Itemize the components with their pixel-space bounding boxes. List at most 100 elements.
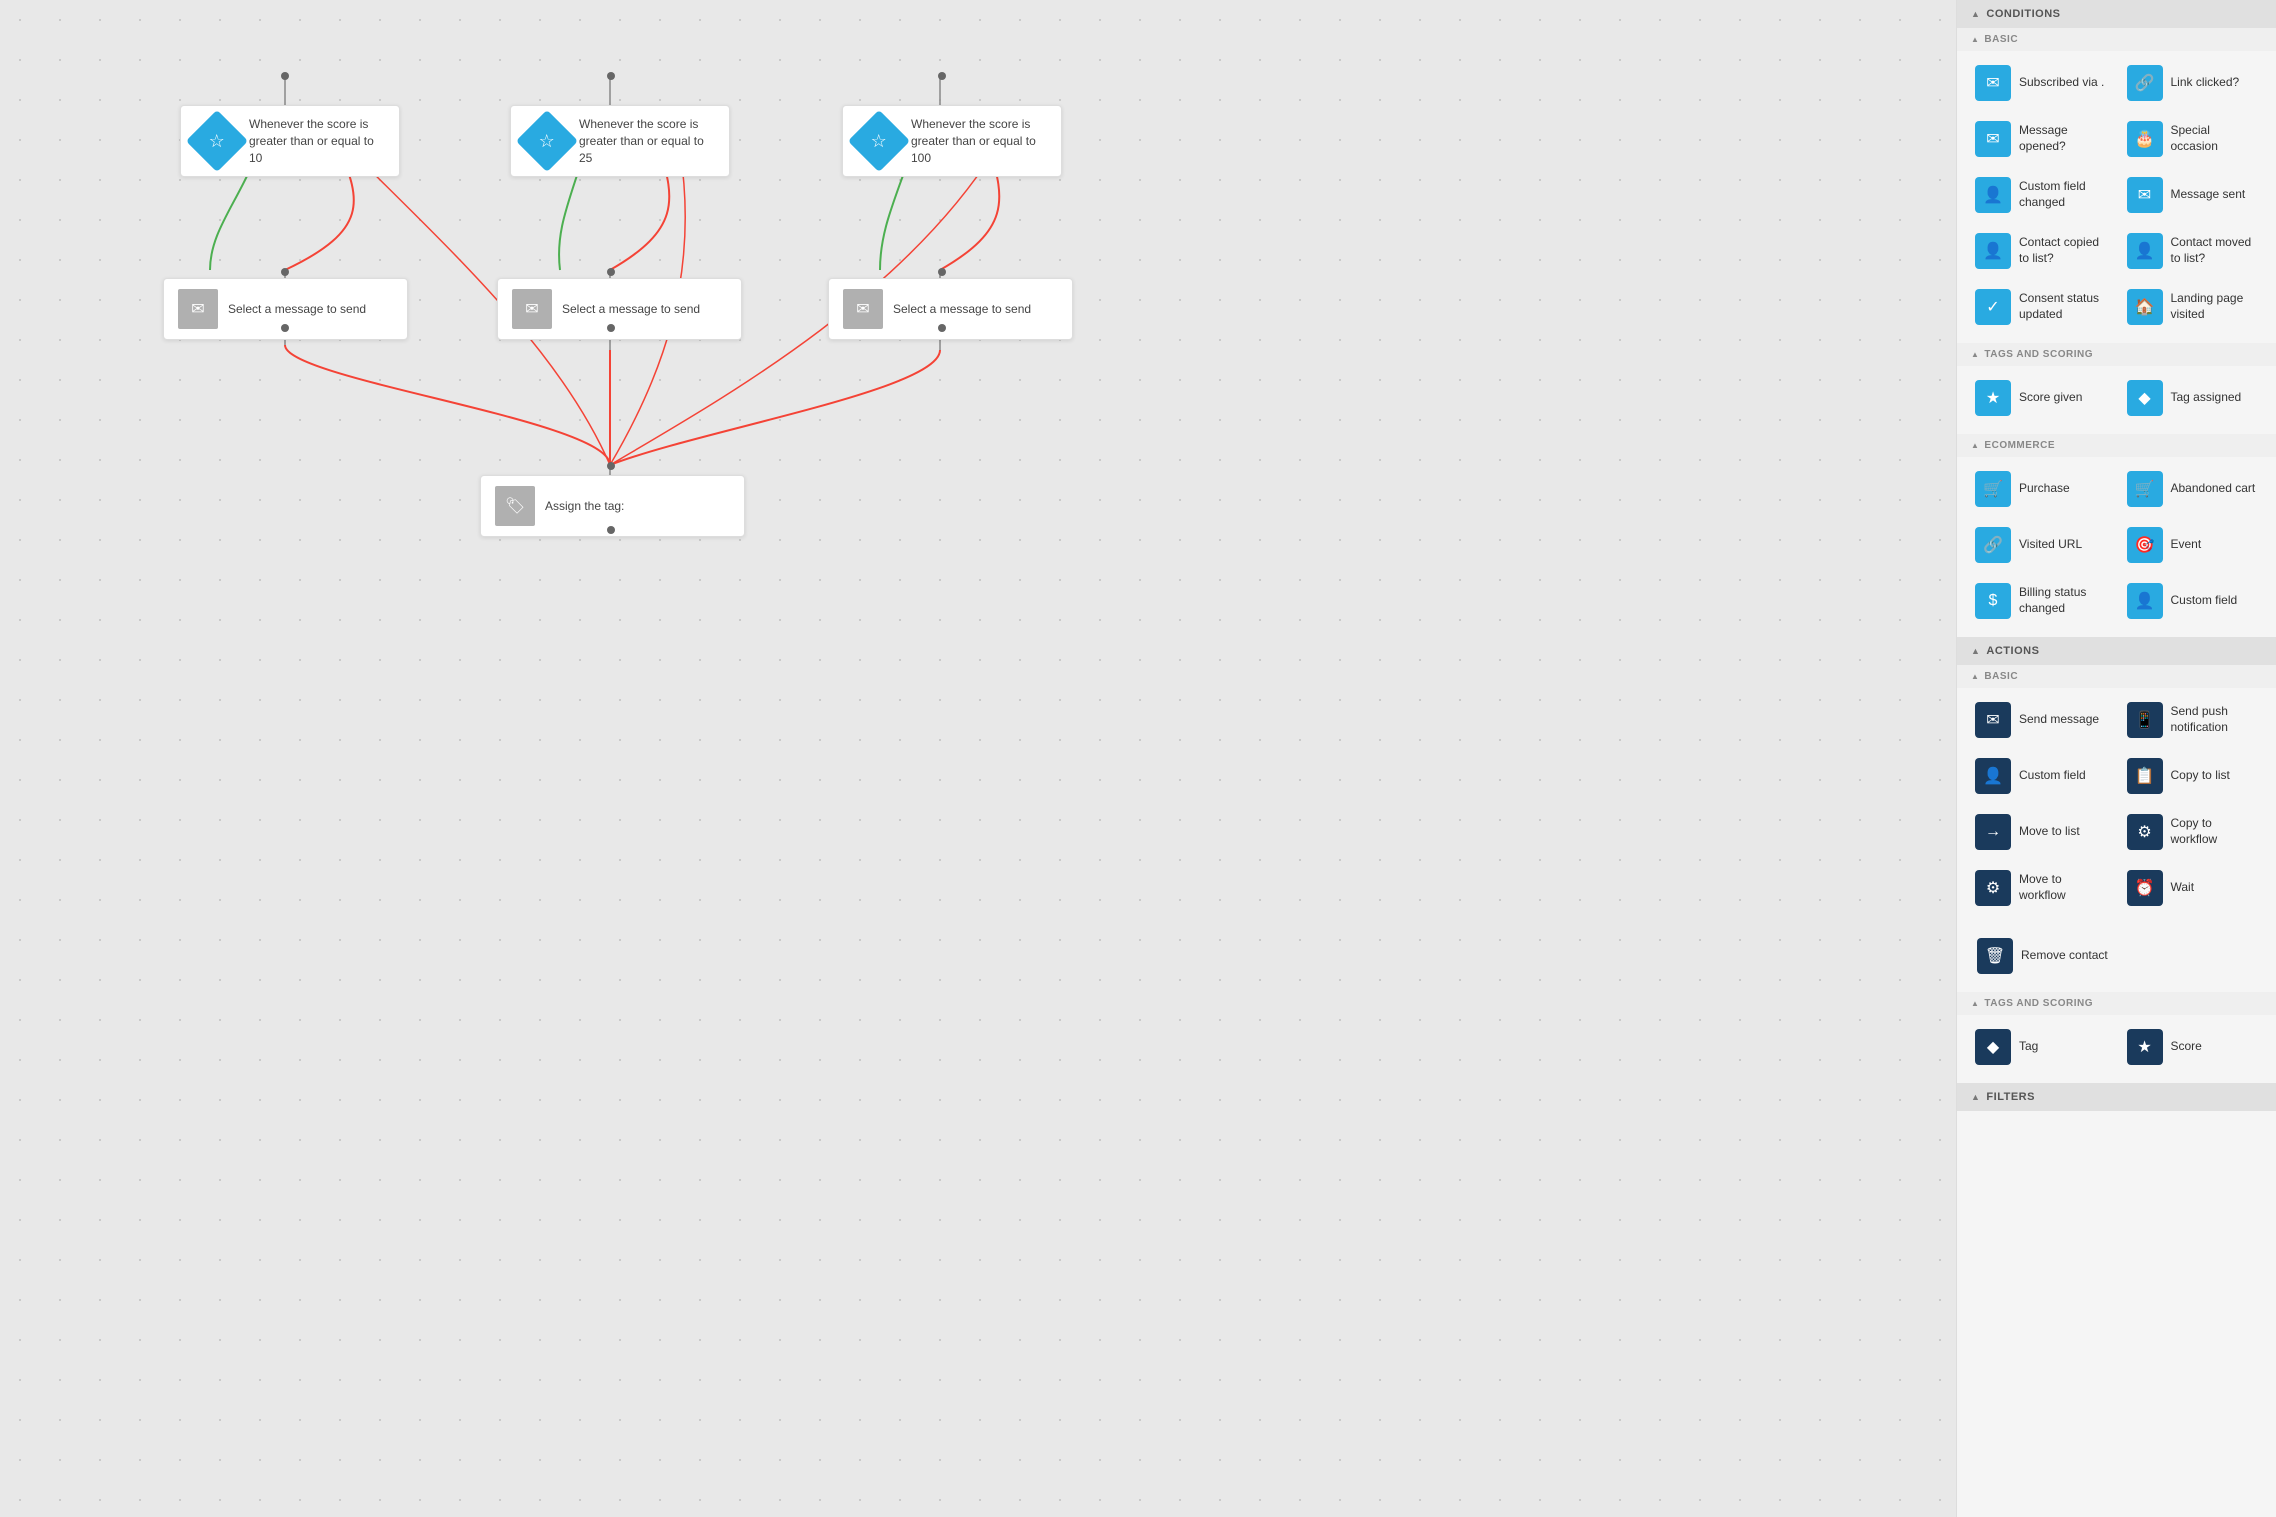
- node2-bottom-dot: [607, 268, 615, 276]
- connections-svg: [0, 0, 1956, 1517]
- special-occasion-label: Special occasion: [2171, 123, 2259, 154]
- wait-icon: ⏰: [2127, 870, 2163, 906]
- sidebar-item-custom-field-ecommerce[interactable]: 👤 Custom field: [2119, 575, 2267, 627]
- remove-contact-label: Remove contact: [2021, 948, 2108, 964]
- sidebar-item-tag-assigned[interactable]: ◆ Tag assigned: [2119, 372, 2267, 424]
- sidebar-item-move-to-workflow[interactable]: ⚙ Move to workflow: [1967, 862, 2115, 914]
- conditions-ecommerce-grid: 🛒 Purchase 🛒 Abandoned cart 🔗 Visited UR…: [1957, 457, 2276, 637]
- conditions-tags-arrow: ▲: [1971, 350, 1979, 359]
- conditions-tags-label: TAGS AND SCORING: [1984, 349, 2093, 360]
- conditions-tags-header[interactable]: ▲ TAGS AND SCORING: [1957, 343, 2276, 366]
- conditions-basic-grid: ✉ Subscribed via . 🔗 Link clicked? ✉ Mes…: [1957, 51, 2276, 343]
- custom-field-changed-label: Custom field changed: [2019, 179, 2107, 210]
- abandoned-cart-icon: 🛒: [2127, 471, 2163, 507]
- actions-header[interactable]: ▲ ACTIONS: [1957, 637, 2276, 665]
- sidebar-item-subscribed-via[interactable]: ✉ Subscribed via .: [1967, 57, 2115, 109]
- sidebar-item-tag-action[interactable]: ◆ Tag: [1967, 1021, 2115, 1073]
- sidebar-item-copy-to-workflow[interactable]: ⚙ Copy to workflow: [2119, 806, 2267, 858]
- move-to-list-icon: →: [1975, 814, 2011, 850]
- node1-top-dot: [281, 72, 289, 80]
- message-icon-3: ✉: [843, 289, 883, 329]
- actions-tags-arrow: ▲: [1971, 999, 1979, 1008]
- message-node-2[interactable]: ✉ Select a message to send: [497, 278, 742, 340]
- condition-icon-1: ☆: [186, 110, 248, 172]
- sidebar-item-remove-contact[interactable]: 🗑 Remove contact: [1969, 930, 2120, 982]
- sidebar-item-landing-page[interactable]: 🏠 Landing page visited: [2119, 281, 2267, 333]
- condition-node-3[interactable]: ☆ Whenever the score is greater than or …: [842, 105, 1062, 177]
- actions-basic-grid: ✉ Send message 📱 Send push notification …: [1957, 688, 2276, 924]
- sidebar-item-custom-field-action[interactable]: 👤 Custom field: [1967, 750, 2115, 802]
- message-text-3: Select a message to send: [893, 301, 1031, 318]
- condition-node-2[interactable]: ☆ Whenever the score is greater than or …: [510, 105, 730, 177]
- link-clicked-label: Link clicked?: [2171, 75, 2240, 91]
- sidebar-item-score-given[interactable]: ★ Score given: [1967, 372, 2115, 424]
- sidebar-item-message-sent[interactable]: ✉ Message sent: [2119, 169, 2267, 221]
- custom-field-ecommerce-icon: 👤: [2127, 583, 2163, 619]
- sidebar-item-send-push[interactable]: 📱 Send push notification: [2119, 694, 2267, 746]
- score-action-label: Score: [2171, 1039, 2202, 1055]
- event-icon: 🎯: [2127, 527, 2163, 563]
- copy-to-list-icon: 📋: [2127, 758, 2163, 794]
- landing-page-icon: 🏠: [2127, 289, 2163, 325]
- conditions-arrow: ▲: [1971, 9, 1980, 19]
- conditions-label: CONDITIONS: [1986, 8, 2060, 20]
- tag-icon: 🏷: [495, 486, 535, 526]
- message-text-1: Select a message to send: [228, 301, 366, 318]
- actions-tags-header[interactable]: ▲ TAGS AND SCORING: [1957, 992, 2276, 1015]
- message-node-3[interactable]: ✉ Select a message to send: [828, 278, 1073, 340]
- sidebar-item-special-occasion[interactable]: 🎂 Special occasion: [2119, 113, 2267, 165]
- msg3-bottom-dot: [938, 324, 946, 332]
- conditions-ecommerce-arrow: ▲: [1971, 441, 1979, 450]
- sidebar-item-send-message[interactable]: ✉ Send message: [1967, 694, 2115, 746]
- sidebar-item-link-clicked[interactable]: 🔗 Link clicked?: [2119, 57, 2267, 109]
- conditions-header[interactable]: ▲ CONDITIONS: [1957, 0, 2276, 28]
- actions-basic-header[interactable]: ▲ BASIC: [1957, 665, 2276, 688]
- filters-arrow: ▲: [1971, 1092, 1980, 1102]
- sidebar-item-consent-status[interactable]: ✓ Consent status updated: [1967, 281, 2115, 333]
- condition-text-2: Whenever the score is greater than or eq…: [579, 116, 715, 166]
- move-to-workflow-label: Move to workflow: [2019, 872, 2107, 903]
- workflow-canvas[interactable]: ☆ Whenever the score is greater than or …: [0, 0, 1956, 1517]
- copy-to-workflow-label: Copy to workflow: [2171, 816, 2259, 847]
- move-to-workflow-icon: ⚙: [1975, 870, 2011, 906]
- copy-to-list-label: Copy to list: [2171, 768, 2230, 784]
- sidebar-item-message-opened[interactable]: ✉ Message opened?: [1967, 113, 2115, 165]
- msg1-bottom-dot: [281, 324, 289, 332]
- sidebar-item-move-to-list[interactable]: → Move to list: [1967, 806, 2115, 858]
- conditions-basic-label: BASIC: [1984, 34, 2018, 45]
- conditions-tags-grid: ★ Score given ◆ Tag assigned: [1957, 366, 2276, 434]
- sidebar-item-event[interactable]: 🎯 Event: [2119, 519, 2267, 571]
- sidebar-item-contact-copied[interactable]: 👤 Contact copied to list?: [1967, 225, 2115, 277]
- score-given-icon: ★: [1975, 380, 2011, 416]
- sidebar-item-billing-status[interactable]: $ Billing status changed: [1967, 575, 2115, 627]
- message-sent-label: Message sent: [2171, 187, 2246, 203]
- sidebar-item-contact-moved[interactable]: 👤 Contact moved to list?: [2119, 225, 2267, 277]
- subscribed-via-label: Subscribed via .: [2019, 75, 2104, 91]
- sidebar-item-purchase[interactable]: 🛒 Purchase: [1967, 463, 2115, 515]
- visited-url-icon: 🔗: [1975, 527, 2011, 563]
- node3-top-dot: [938, 72, 946, 80]
- conditions-ecommerce-header[interactable]: ▲ ECOMMERCE: [1957, 434, 2276, 457]
- sidebar-item-copy-to-list[interactable]: 📋 Copy to list: [2119, 750, 2267, 802]
- condition-text-3: Whenever the score is greater than or eq…: [911, 116, 1047, 166]
- consent-status-label: Consent status updated: [2019, 291, 2107, 322]
- tag-text: Assign the tag:: [545, 498, 624, 515]
- tag-bottom-dot: [607, 526, 615, 534]
- sidebar-item-visited-url[interactable]: 🔗 Visited URL: [1967, 519, 2115, 571]
- condition-node-1[interactable]: ☆ Whenever the score is greater than or …: [180, 105, 400, 177]
- tag-assigned-icon: ◆: [2127, 380, 2163, 416]
- special-occasion-icon: 🎂: [2127, 121, 2163, 157]
- sidebar-item-wait[interactable]: ⏰ Wait: [2119, 862, 2267, 914]
- message-text-2: Select a message to send: [562, 301, 700, 318]
- message-icon-2: ✉: [512, 289, 552, 329]
- sidebar: ▲ CONDITIONS ▲ BASIC ✉ Subscribed via . …: [1956, 0, 2276, 1517]
- message-icon-1: ✉: [178, 289, 218, 329]
- filters-header[interactable]: ▲ FILTERS: [1957, 1083, 2276, 1111]
- score-given-label: Score given: [2019, 390, 2082, 406]
- sidebar-item-custom-field-changed[interactable]: 👤 Custom field changed: [1967, 169, 2115, 221]
- actions-basic-arrow: ▲: [1971, 672, 1979, 681]
- actions-tags-label: TAGS AND SCORING: [1984, 998, 2093, 1009]
- sidebar-item-score-action[interactable]: ★ Score: [2119, 1021, 2267, 1073]
- sidebar-item-abandoned-cart[interactable]: 🛒 Abandoned cart: [2119, 463, 2267, 515]
- conditions-basic-header[interactable]: ▲ BASIC: [1957, 28, 2276, 51]
